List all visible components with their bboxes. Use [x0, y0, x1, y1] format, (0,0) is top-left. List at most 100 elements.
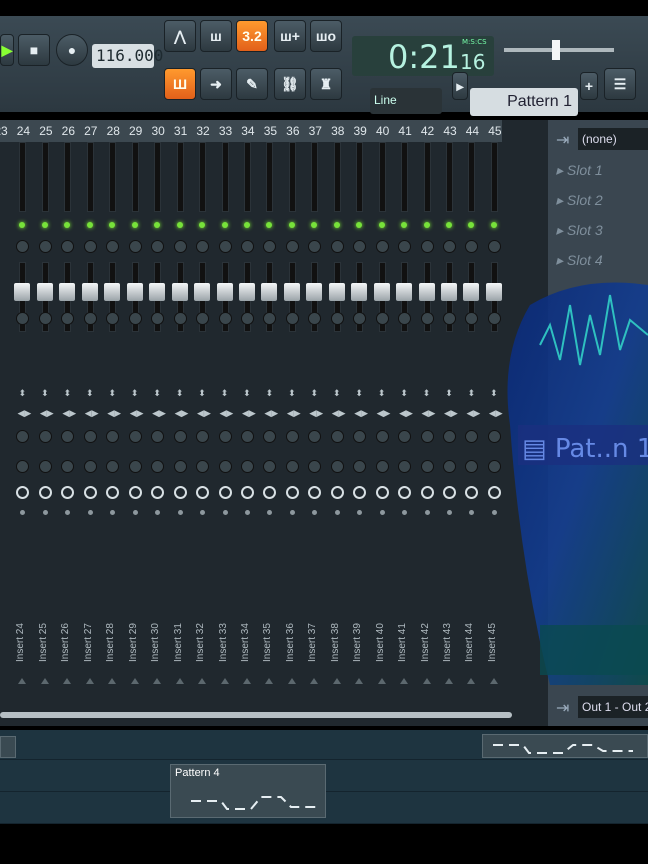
- send-knob[interactable]: [263, 240, 277, 253]
- link-button[interactable]: ⛓: [274, 68, 306, 100]
- mixer-view-button[interactable]: ☰: [604, 68, 636, 100]
- volume-fader[interactable]: [328, 283, 345, 301]
- send-knob[interactable]: [196, 430, 210, 443]
- send-knob[interactable]: [308, 430, 322, 443]
- wait-input-button[interactable]: шо: [310, 20, 342, 52]
- send-knob[interactable]: [398, 430, 412, 443]
- send-knob[interactable]: [330, 460, 344, 473]
- mixer-strip[interactable]: ⬍ ◀▶ Insert 34: [237, 142, 257, 694]
- volume-fader[interactable]: [126, 283, 143, 301]
- send-knob[interactable]: [61, 430, 75, 443]
- volume-fader[interactable]: [36, 283, 53, 301]
- send-knob[interactable]: [487, 430, 501, 443]
- send-knob[interactable]: [83, 240, 97, 253]
- mode-select[interactable]: Line: [370, 88, 442, 114]
- send-knob[interactable]: [420, 460, 434, 473]
- pan-knob[interactable]: [465, 312, 479, 325]
- pan-knob[interactable]: [38, 312, 52, 325]
- send-knob[interactable]: [443, 240, 456, 253]
- pan-knob[interactable]: [443, 312, 456, 325]
- send-knob[interactable]: [61, 460, 75, 473]
- volume-fader[interactable]: [283, 283, 300, 301]
- brush-button[interactable]: ✎: [236, 68, 268, 100]
- volume-fader[interactable]: [216, 283, 233, 301]
- send-knob[interactable]: [196, 460, 210, 473]
- send-knob[interactable]: [263, 460, 277, 473]
- send-knob[interactable]: [128, 460, 142, 473]
- pan-knob[interactable]: [240, 312, 254, 325]
- arrow-button[interactable]: ➜: [200, 68, 232, 100]
- mixer-strip[interactable]: ⬍ ◀▶ Insert 33: [215, 142, 235, 694]
- mixer-strip[interactable]: ⬍ ◀▶ Insert 30: [147, 142, 167, 694]
- send-knob[interactable]: [285, 460, 299, 473]
- send-knob[interactable]: [420, 240, 434, 253]
- mixer-strip[interactable]: ⬍ ◀▶ Insert 36: [282, 142, 302, 694]
- pan-knob[interactable]: [487, 312, 501, 325]
- mixer-strip[interactable]: ⬍ ◀▶ Insert 43: [439, 142, 459, 694]
- send-knob[interactable]: [106, 460, 120, 473]
- send-knob[interactable]: [196, 240, 210, 253]
- send-knob[interactable]: [16, 460, 30, 473]
- send-knob[interactable]: [128, 430, 142, 443]
- volume-fader[interactable]: [59, 283, 76, 301]
- send-knob[interactable]: [151, 240, 165, 253]
- volume-fader[interactable]: [194, 283, 211, 301]
- piano-roll-button[interactable]: Ш: [164, 68, 196, 100]
- pan-knob[interactable]: [263, 312, 277, 325]
- add-pattern-button[interactable]: +: [580, 72, 598, 100]
- mixer-strip[interactable]: ⬍ ◀▶ Insert 41: [394, 142, 414, 694]
- send-knob[interactable]: [240, 430, 254, 443]
- send-knob[interactable]: [420, 430, 434, 443]
- mixer-strip[interactable]: ⬍ ◀▶ Insert 32: [192, 142, 212, 694]
- volume-fader[interactable]: [463, 283, 480, 301]
- send-knob[interactable]: [443, 460, 456, 473]
- pan-knob[interactable]: [285, 312, 299, 325]
- mixer-strip[interactable]: ⬍ ◀▶ Insert 24: [12, 142, 32, 694]
- mixer-strip[interactable]: ⬍ ◀▶ Insert 40: [372, 142, 392, 694]
- stamp-button[interactable]: ♜: [310, 68, 342, 100]
- send-knob[interactable]: [330, 240, 344, 253]
- typing-keyboard-button[interactable]: ш+: [274, 20, 306, 52]
- pan-knob[interactable]: [218, 312, 232, 325]
- output-select[interactable]: Out 1 - Out 2: [578, 696, 648, 718]
- send-knob[interactable]: [106, 430, 120, 443]
- pattern-clip[interactable]: [482, 734, 648, 758]
- pan-knob[interactable]: [151, 312, 165, 325]
- pan-knob[interactable]: [375, 312, 389, 325]
- send-knob[interactable]: [218, 240, 232, 253]
- pan-knob[interactable]: [420, 312, 434, 325]
- send-knob[interactable]: [173, 240, 187, 253]
- volume-fader[interactable]: [306, 283, 323, 301]
- volume-fader[interactable]: [104, 283, 121, 301]
- volume-fader[interactable]: [373, 283, 390, 301]
- send-knob[interactable]: [465, 240, 479, 253]
- mixer-strip[interactable]: ⬍ ◀▶ Insert 37: [304, 142, 324, 694]
- send-knob[interactable]: [38, 460, 52, 473]
- send-knob[interactable]: [375, 460, 389, 473]
- record-button[interactable]: ●: [56, 34, 88, 66]
- pan-knob[interactable]: [83, 312, 97, 325]
- pan-knob[interactable]: [61, 312, 75, 325]
- volume-fader[interactable]: [261, 283, 278, 301]
- mixer-strip[interactable]: ⬍ ◀▶ Insert 27: [80, 142, 100, 694]
- send-knob[interactable]: [465, 430, 479, 443]
- metronome-button[interactable]: ⋀: [164, 20, 196, 52]
- pan-knob[interactable]: [173, 312, 187, 325]
- send-knob[interactable]: [61, 240, 75, 253]
- mixer-strip[interactable]: ⬍ ◀▶ Insert 29: [125, 142, 145, 694]
- mixer-strip[interactable]: ⬍ ◀▶ Insert 26: [57, 142, 77, 694]
- mixer-strip[interactable]: [0, 142, 10, 694]
- pan-knob[interactable]: [330, 312, 344, 325]
- mixer-strip[interactable]: ⬍ ◀▶ Insert 44: [461, 142, 481, 694]
- fx-slot[interactable]: ▸ Slot 2: [556, 192, 648, 216]
- volume-fader[interactable]: [441, 283, 457, 301]
- volume-fader[interactable]: [351, 283, 368, 301]
- send-knob[interactable]: [285, 240, 299, 253]
- volume-fader[interactable]: [418, 283, 435, 301]
- mixer-strip[interactable]: ⬍ ◀▶ Insert 25: [35, 142, 55, 694]
- send-knob[interactable]: [173, 460, 187, 473]
- mixer-scrollbar[interactable]: [0, 712, 512, 718]
- send-knob[interactable]: [443, 430, 456, 443]
- send-knob[interactable]: [83, 430, 97, 443]
- pattern-clip[interactable]: [0, 736, 16, 758]
